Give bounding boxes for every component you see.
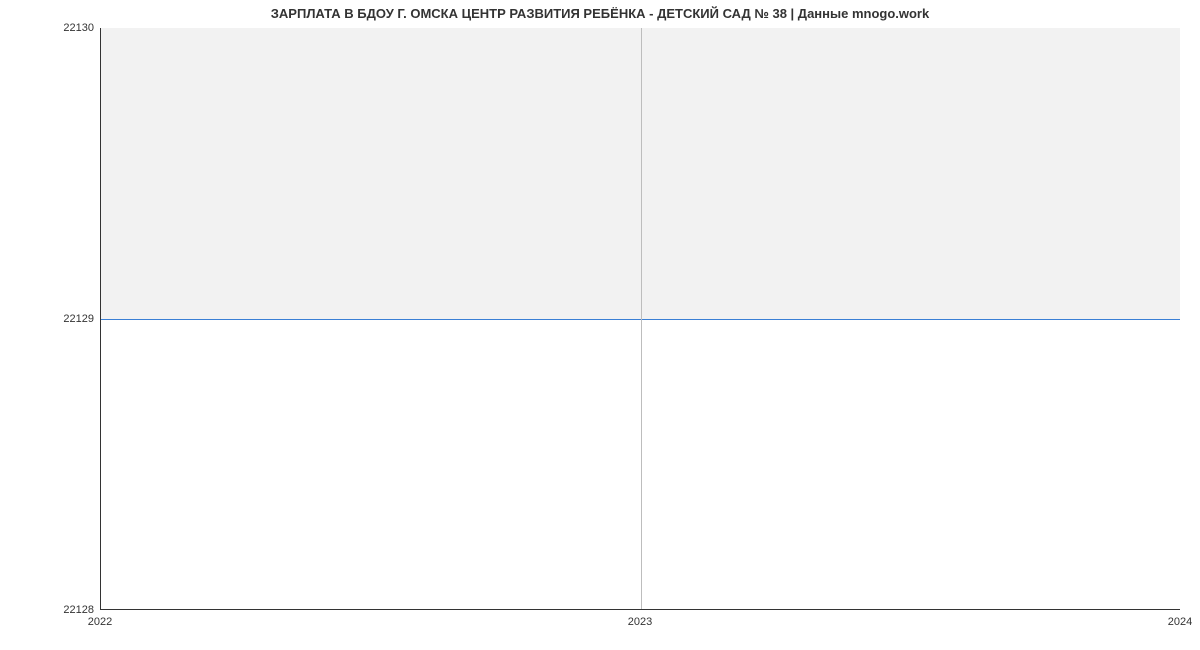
- chart-container: ЗАРПЛАТА В БДОУ Г. ОМСКА ЦЕНТР РАЗВИТИЯ …: [0, 0, 1200, 650]
- y-tick-22128: 22128: [63, 604, 94, 616]
- gridline-x-2023: [641, 28, 642, 609]
- x-tick-2024: 2024: [1168, 616, 1192, 628]
- y-tick-22130: 22130: [63, 22, 94, 34]
- plot-area: [100, 28, 1180, 610]
- x-tick-2023: 2023: [628, 616, 652, 628]
- x-tick-2022: 2022: [88, 616, 112, 628]
- y-tick-22129: 22129: [63, 313, 94, 325]
- chart-title: ЗАРПЛАТА В БДОУ Г. ОМСКА ЦЕНТР РАЗВИТИЯ …: [0, 6, 1200, 21]
